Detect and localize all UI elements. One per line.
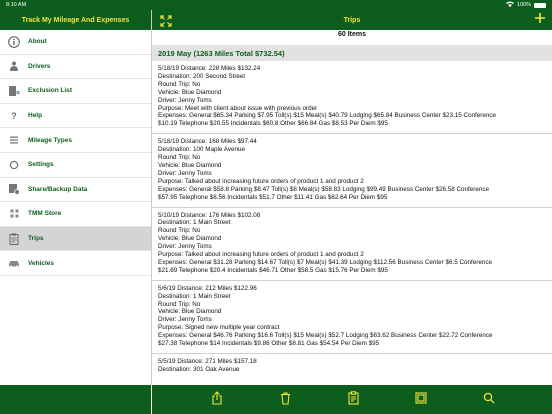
- status-time: 8:10 AM: [6, 2, 27, 8]
- trip-destination: Destination: 100 Maple Avenue: [158, 146, 246, 154]
- trip-destination: Destination: 1 Main Street: [158, 292, 231, 300]
- trip-round-trip: Round Trip: No: [158, 80, 201, 88]
- trip-round-trip: Round Trip: No: [158, 300, 201, 308]
- sidebar-item-label: Vehicles: [28, 259, 55, 267]
- store-icon: [0, 209, 28, 218]
- trip-summary: 5/5/19 Distance: 271 Miles $157.18: [158, 358, 257, 365]
- report-button[interactable]: [414, 390, 428, 406]
- sidebar-item-label: Exclusion List: [28, 87, 73, 95]
- trips-list: 60 Items 2019 May (1263 Miles Total $732…: [152, 30, 552, 385]
- trip-expenses: Expenses: General $46.76 Parking $16.6 T…: [158, 332, 493, 340]
- sidebar-item-drivers[interactable]: Drivers: [0, 55, 151, 80]
- sidebar-item-label: Drivers: [28, 62, 51, 70]
- trip-purpose: Purpose: Meet with client about issue wi…: [158, 104, 318, 112]
- sidebar-item-label: Settings: [28, 161, 54, 169]
- wifi-icon: [505, 1, 514, 9]
- sidebar-item-about[interactable]: About: [0, 30, 151, 55]
- trip-driver: Driver: Jenny Toms: [158, 96, 212, 104]
- trip-summary: 5/10/19 Distance: 176 Miles $102.08: [158, 211, 261, 219]
- exclusion-list-icon: [0, 85, 28, 97]
- trip-purpose: Purpose: Talked about increasing future …: [158, 177, 364, 185]
- help-icon: ?: [11, 110, 17, 121]
- trip-destination: Destination: 200 Second Street: [158, 72, 246, 80]
- driver-icon: [0, 61, 28, 72]
- sidebar-item-settings[interactable]: Settings: [0, 153, 151, 178]
- trips-icon: [0, 233, 28, 245]
- info-icon: [0, 35, 28, 48]
- trip-row[interactable]: 5/18/19 Distance: 168 Miles $97.44 Desti…: [152, 134, 552, 208]
- sidebar-item-trips[interactable]: Trips: [0, 226, 151, 252]
- sidebar-title: Track My Mileage And Expenses: [0, 10, 151, 30]
- trip-round-trip: Round Trip: No: [158, 227, 201, 235]
- month-section-header: 2019 May (1263 Miles Total $732.54): [152, 45, 552, 61]
- sidebar-item-vehicles[interactable]: Vehicles: [0, 251, 151, 276]
- add-trip-button[interactable]: [534, 12, 546, 28]
- trip-row[interactable]: 5/10/19 Distance: 176 Miles $102.08 Dest…: [152, 208, 552, 281]
- trip-vehicle: Vehicle: Blue Diamond: [158, 161, 222, 169]
- trip-expenses: Expenses: General $58.8 Parking $8.47 To…: [158, 185, 490, 193]
- sidebar-item-help[interactable]: ? Help: [0, 104, 151, 129]
- battery-icon: [534, 2, 546, 8]
- trip-expenses: Expenses: General $65.34 Parking $7.95 T…: [158, 112, 497, 120]
- battery-percent: 100%: [516, 2, 531, 8]
- items-count: 60 Items: [337, 31, 367, 38]
- share-button[interactable]: [210, 390, 224, 406]
- trip-expenses-cont: $27.38 Telephone $14 Incidentals $9.86 O…: [158, 340, 380, 348]
- trip-driver: Driver: Jenny Toms: [158, 243, 212, 251]
- sidebar-item-label: Share/Backup Data: [28, 185, 88, 193]
- sidebar-item-share-backup[interactable]: Share/Backup Data: [0, 178, 151, 203]
- trip-row[interactable]: 5/5/19 Distance: 271 Miles $157.18 Desti…: [152, 354, 552, 379]
- trip-driver: Driver: Jenny Toms: [158, 316, 212, 324]
- sidebar-footer: [0, 385, 151, 414]
- trip-vehicle: Vehicle: Blue Diamond: [158, 308, 222, 316]
- trip-summary: 5/6/19 Distance: 212 Miles $122.96: [158, 284, 257, 292]
- trip-summary: 5/18/19 Distance: 228 Miles $132.24: [158, 65, 261, 72]
- sidebar-item-label: Mileage Types: [28, 136, 72, 144]
- trip-driver: Driver: Jenny Toms: [158, 169, 212, 177]
- trip-summary: 5/18/19 Distance: 168 Miles $97.44: [158, 138, 257, 146]
- search-button[interactable]: [482, 390, 496, 406]
- sidebar-item-label: About: [28, 38, 47, 46]
- sidebar-item-mileage-types[interactable]: Mileage Types: [0, 128, 151, 153]
- clipboard-button[interactable]: [346, 390, 360, 406]
- status-bar: 8:10 AM 100%: [0, 0, 552, 10]
- main-header: Trips: [152, 10, 552, 30]
- share-backup-icon: [0, 183, 28, 196]
- trip-purpose: Purpose: Talked about increasing future …: [158, 251, 364, 259]
- sidebar-item-label: TMM Store: [28, 210, 62, 218]
- delete-button[interactable]: [278, 390, 292, 406]
- trip-vehicle: Vehicle: Blue Diamond: [158, 88, 222, 96]
- sidebar: About Drivers Exclusion List ? Help Mile…: [0, 30, 151, 385]
- bottom-toolbar: [152, 385, 552, 414]
- settings-icon: [0, 160, 28, 170]
- sidebar-item-label: Help: [28, 112, 43, 120]
- mileage-types-icon: [0, 135, 28, 145]
- trip-destination: Destination: 301 Oak Avenue: [158, 365, 240, 373]
- trip-row[interactable]: 5/6/19 Distance: 212 Miles $122.96 Desti…: [152, 281, 552, 354]
- trip-destination: Destination: 1 Main Street: [158, 219, 231, 227]
- trip-expenses-cont: $10.19 Telephone $20.55 Incidentals $60.…: [158, 120, 388, 128]
- trip-expenses-cont: $57.95 Telephone $8.56 Incidentals $51.7…: [158, 193, 388, 201]
- vehicle-icon: [0, 259, 28, 268]
- trip-vehicle: Vehicle: Blue Diamond: [158, 235, 222, 243]
- sidebar-item-tmm-store[interactable]: TMM Store: [0, 202, 151, 227]
- trip-expenses: Expenses: General $31.28 Parking $14.67 …: [158, 258, 493, 266]
- sidebar-item-label: Trips: [28, 235, 44, 243]
- trip-round-trip: Round Trip: No: [158, 154, 201, 162]
- trip-expenses-cont: $21.69 Telephone $20.4 Incidentals $46.7…: [158, 266, 388, 274]
- trip-row[interactable]: 5/18/19 Distance: 228 Miles $132.24 Dest…: [152, 61, 552, 135]
- trip-purpose: Purpose: Signed new multiple year contra…: [158, 324, 280, 332]
- page-title: Trips: [343, 16, 361, 24]
- status-right: 100%: [505, 1, 546, 9]
- sidebar-item-exclusion-list[interactable]: Exclusion List: [0, 79, 151, 104]
